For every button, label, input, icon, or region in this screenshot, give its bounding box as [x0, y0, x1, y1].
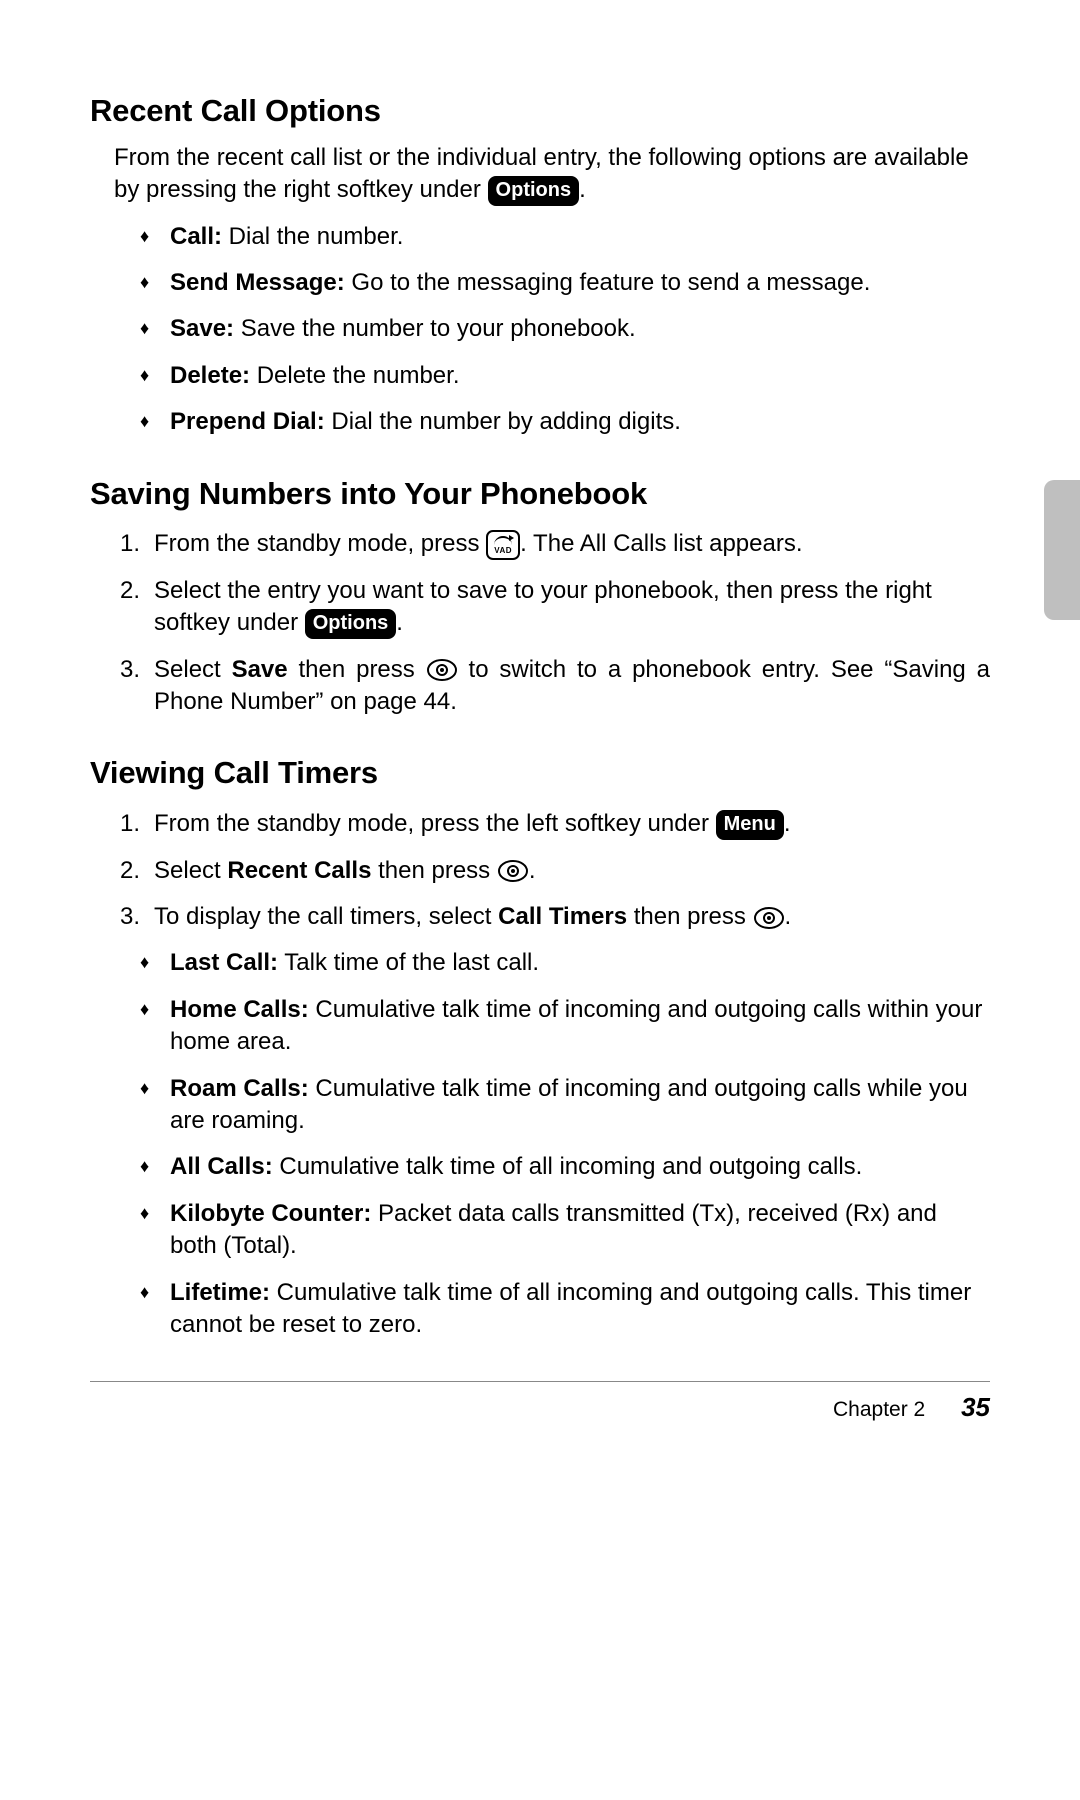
list-item: 3. To display the call timers, select Ca…: [120, 901, 990, 933]
text: then press: [627, 903, 752, 930]
term: Save:: [170, 315, 234, 342]
text: .: [785, 903, 792, 930]
chapter-label: Chapter 2: [833, 1398, 925, 1421]
list-item: 2. Select Recent Calls then press .: [120, 855, 990, 887]
desc: Talk time of the last call.: [278, 949, 539, 976]
step-number: 2.: [120, 575, 140, 607]
list-item: Kilobyte Counter: Packet data calls tran…: [140, 1198, 990, 1263]
section-thumb-tab: [1044, 480, 1080, 620]
term: Roam Calls:: [170, 1075, 309, 1102]
step-number: 1.: [120, 808, 140, 840]
heading-viewing-call-timers: Viewing Call Timers: [90, 752, 990, 794]
text: From the standby mode, press: [154, 530, 486, 557]
bold-text: Call Timers: [498, 903, 627, 930]
list-item: Last Call: Talk time of the last call.: [140, 947, 990, 979]
text: then press: [288, 656, 426, 683]
text: Select: [154, 857, 227, 884]
bold-text: Save: [232, 656, 288, 683]
list-item: 1. From the standby mode, press VAD. The…: [120, 528, 990, 560]
desc: Delete the number.: [250, 362, 459, 389]
saving-steps-list: 1. From the standby mode, press VAD. The…: [120, 528, 990, 718]
list-item: Send Message: Go to the messaging featur…: [140, 267, 990, 299]
desc: Save the number to your phonebook.: [234, 315, 636, 342]
heading-saving-numbers: Saving Numbers into Your Phonebook: [90, 473, 990, 515]
term: Send Message:: [170, 269, 345, 296]
list-item: All Calls: Cumulative talk time of all i…: [140, 1151, 990, 1183]
page-number: 35: [961, 1392, 990, 1422]
term: Kilobyte Counter:: [170, 1200, 371, 1227]
step-number: 1.: [120, 528, 140, 560]
ok-button-icon: [497, 859, 529, 883]
heading-recent-call-options: Recent Call Options: [90, 90, 990, 132]
text: then press: [371, 857, 496, 884]
intro-text: From the recent call list or the individ…: [114, 142, 990, 207]
options-badge: Options: [488, 176, 580, 206]
desc: Dial the number.: [222, 223, 403, 250]
list-item: Call: Dial the number.: [140, 221, 990, 253]
timers-bullets-list: Last Call: Talk time of the last call. H…: [140, 947, 990, 1341]
list-item: Delete: Delete the number.: [140, 360, 990, 392]
text: From the standby mode, press the left so…: [154, 810, 716, 837]
text: To display the call timers, select: [154, 903, 498, 930]
text: Select the entry you want to save to you…: [154, 577, 932, 636]
page-footer: Chapter 2 35: [90, 1390, 990, 1425]
desc: Cumulative talk time of all incoming and…: [273, 1153, 863, 1180]
term: Call:: [170, 223, 222, 250]
term: Home Calls:: [170, 996, 309, 1023]
manual-page: Recent Call Options From the recent call…: [0, 0, 1080, 1800]
step-number: 3.: [120, 901, 140, 933]
list-item: Roam Calls: Cumulative talk time of inco…: [140, 1073, 990, 1138]
recent-options-list: Call: Dial the number. Send Message: Go …: [140, 221, 990, 439]
text: .: [529, 857, 536, 884]
term: Prepend Dial:: [170, 408, 325, 435]
text: . The All Calls list appears.: [520, 530, 802, 557]
list-item: Lifetime: Cumulative talk time of all in…: [140, 1277, 990, 1342]
text: .: [579, 176, 586, 203]
term: All Calls:: [170, 1153, 273, 1180]
send-key-icon: VAD: [486, 530, 520, 560]
list-item: 2. Select the entry you want to save to …: [120, 575, 990, 640]
ok-button-icon: [426, 658, 458, 682]
list-item: 3. Select Save then press to switch to a…: [120, 654, 990, 719]
term: Lifetime:: [170, 1279, 270, 1306]
step-number: 2.: [120, 855, 140, 887]
list-item: Prepend Dial: Dial the number by adding …: [140, 406, 990, 438]
desc: Cumulative talk time of all incoming and…: [170, 1279, 971, 1338]
timers-steps-list: 1. From the standby mode, press the left…: [120, 808, 990, 933]
ok-button-icon: [753, 906, 785, 930]
text: .: [396, 609, 403, 636]
list-item: Save: Save the number to your phonebook.: [140, 313, 990, 345]
list-item: 1. From the standby mode, press the left…: [120, 808, 990, 840]
term: Last Call:: [170, 949, 278, 976]
text: .: [784, 810, 791, 837]
step-number: 3.: [120, 654, 140, 686]
bold-text: Recent Calls: [227, 857, 371, 884]
desc: Go to the messaging feature to send a me…: [345, 269, 871, 296]
text: Select: [154, 656, 232, 683]
footer-rule: [90, 1381, 990, 1382]
term: Delete:: [170, 362, 250, 389]
menu-badge: Menu: [716, 810, 784, 840]
options-badge: Options: [305, 609, 397, 639]
desc: Dial the number by adding digits.: [325, 408, 681, 435]
list-item: Home Calls: Cumulative talk time of inco…: [140, 994, 990, 1059]
